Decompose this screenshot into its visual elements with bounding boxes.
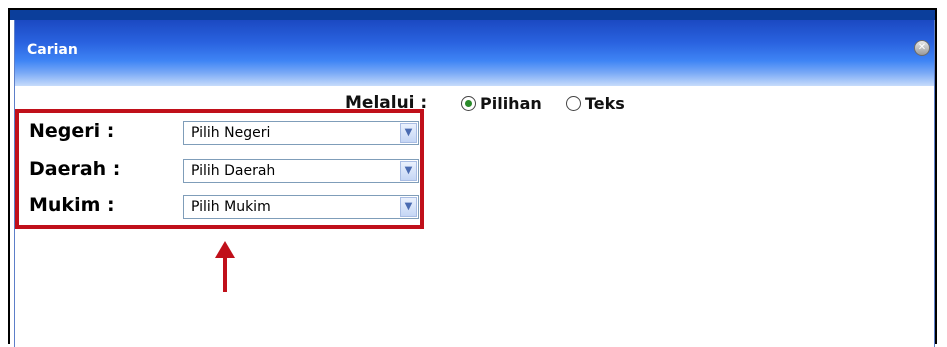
- close-icon[interactable]: ✕: [914, 40, 930, 56]
- search-dialog: Carian ✕ Melalui : Pilihan Teks Negeri :…: [14, 20, 935, 347]
- mukim-select-value: Pilih Mukim: [191, 199, 271, 215]
- radio-label-teks: Teks: [585, 94, 625, 113]
- negeri-select-value: Pilih Negeri: [191, 125, 271, 141]
- radio-option-pilihan[interactable]: Pilihan: [461, 94, 542, 113]
- negeri-select[interactable]: Pilih Negeri ▼: [183, 121, 419, 145]
- mode-label: Melalui :: [345, 93, 428, 113]
- chevron-down-icon[interactable]: ▼: [400, 161, 417, 181]
- mukim-select[interactable]: Pilih Mukim ▼: [183, 195, 419, 219]
- radio-label-pilihan: Pilihan: [480, 94, 542, 113]
- radio-unchecked-icon[interactable]: [566, 96, 581, 111]
- daerah-select[interactable]: Pilih Daerah ▼: [183, 159, 419, 183]
- chevron-down-icon[interactable]: ▼: [400, 197, 417, 217]
- chevron-down-icon[interactable]: ▼: [400, 123, 417, 143]
- top-strip: [10, 10, 935, 20]
- radio-checked-icon[interactable]: [461, 96, 476, 111]
- annotation-arrow-shaft: [223, 256, 227, 292]
- daerah-label: Daerah :: [29, 158, 121, 180]
- dialog-titlebar: Carian ✕: [15, 20, 934, 86]
- negeri-label: Negeri :: [29, 120, 115, 142]
- radio-option-teks[interactable]: Teks: [566, 94, 625, 113]
- daerah-select-value: Pilih Daerah: [191, 163, 276, 179]
- dialog-title: Carian: [27, 42, 78, 58]
- mukim-label: Mukim :: [29, 194, 115, 216]
